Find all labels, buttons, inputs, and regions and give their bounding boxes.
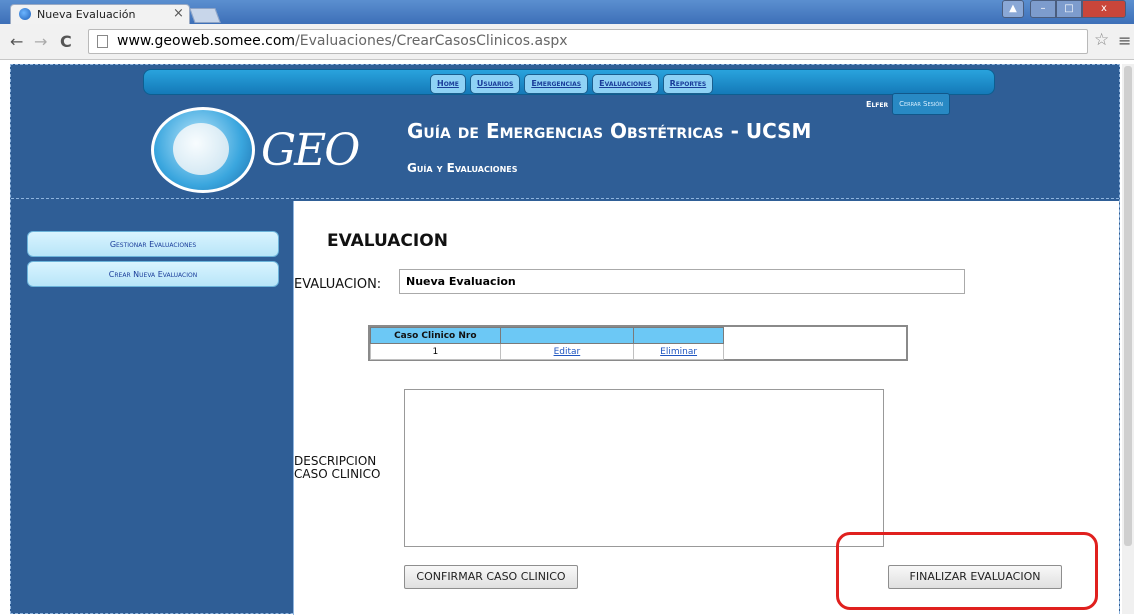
reload-icon[interactable]: C <box>60 32 72 51</box>
browser-tab[interactable]: Nueva Evaluación × <box>10 4 190 24</box>
nav-emergencias[interactable]: Emergencias <box>524 74 589 94</box>
page-icon <box>97 35 108 48</box>
globe-icon <box>19 8 31 20</box>
tab-title: Nueva Evaluación <box>37 8 136 21</box>
maximize-button[interactable]: □ <box>1056 0 1082 18</box>
minimize-button[interactable]: – <box>1030 0 1056 18</box>
description-label-line-2: CASO CLINICO <box>294 467 381 481</box>
site-title: Guía de Emergencias Obstétricas - UCSM <box>407 119 812 143</box>
back-arrow-icon[interactable]: ← <box>10 32 23 51</box>
edit-cell: Editar <box>499 343 635 360</box>
delete-cell: Eliminar <box>633 343 724 360</box>
cases-grid: Caso Clinico Nro 1 Editar Eliminar <box>370 327 724 360</box>
sidebar-item-gestionar[interactable]: Gestionar Evaluaciones <box>27 231 279 257</box>
top-nav-bar: Home Usuarios Emergencias Evaluaciones R… <box>143 69 995 95</box>
menu-icon[interactable]: ≡ <box>1118 31 1131 50</box>
highlight-annotation <box>836 532 1098 610</box>
close-tab-icon[interactable]: × <box>173 6 184 21</box>
column-header <box>499 327 635 344</box>
logout-button[interactable]: Cerrar Sesión <box>892 93 950 115</box>
scrollbar[interactable] <box>1122 64 1134 614</box>
description-textarea[interactable] <box>404 389 884 547</box>
page-title: EVALUACION <box>327 231 448 251</box>
case-number-cell: 1 <box>370 343 501 360</box>
user-icon[interactable]: ▲ <box>1002 0 1024 18</box>
forward-arrow-icon[interactable]: → <box>34 32 47 51</box>
nav-links: Home Usuarios Emergencias Evaluaciones R… <box>430 74 714 94</box>
evaluation-label: EVALUACION: <box>294 277 382 292</box>
nav-usuarios[interactable]: Usuarios <box>469 74 521 94</box>
close-window-button[interactable]: x <box>1082 0 1126 18</box>
username: Elfer <box>866 99 889 109</box>
user-box: Elfer Cerrar Sesión <box>866 93 950 115</box>
baby-icon <box>173 123 229 175</box>
nav-evaluaciones[interactable]: Evaluaciones <box>592 74 659 94</box>
confirm-case-button[interactable]: CONFIRMAR CASO CLINICO <box>404 565 578 589</box>
description-label: DESCRIPCION CASO CLINICO <box>294 455 380 481</box>
nav-reportes[interactable]: Reportes <box>662 74 714 94</box>
column-header <box>633 327 724 344</box>
window-controls: ▲ – □ x <box>1002 0 1126 18</box>
evaluation-name-input[interactable]: Nueva Evaluacion <box>399 269 965 294</box>
new-tab-button[interactable] <box>189 8 221 23</box>
column-header: Caso Clinico Nro <box>370 327 501 344</box>
delete-link[interactable]: Eliminar <box>660 347 697 357</box>
site-header: Home Usuarios Emergencias Evaluaciones R… <box>11 65 1119 199</box>
bookmark-star-icon[interactable]: ☆ <box>1094 30 1109 50</box>
clinical-cases-table: Caso Clinico Nro 1 Editar Eliminar <box>368 325 908 361</box>
browser-toolbar: ← → C www.geoweb.somee.com/Evaluaciones/… <box>0 24 1134 60</box>
scrollbar-thumb[interactable] <box>1124 66 1132 546</box>
site-subtitle: Guía y Evaluaciones <box>407 161 518 175</box>
sidebar: Gestionar Evaluaciones Crear Nueva Evalu… <box>11 201 293 615</box>
table-row: 1 Editar Eliminar <box>370 343 724 360</box>
logo-text: GEO <box>261 125 360 176</box>
sidebar-item-crear[interactable]: Crear Nueva Evaluacion <box>27 261 279 287</box>
url-host: www.geoweb.somee.com <box>117 33 296 49</box>
nav-home[interactable]: Home <box>430 74 466 94</box>
url-path: /Evaluaciones/CrearCasosClinicos.aspx <box>295 33 568 49</box>
table-header-row: Caso Clinico Nro <box>370 327 724 344</box>
edit-link[interactable]: Editar <box>554 347 581 357</box>
address-bar[interactable]: www.geoweb.somee.com/Evaluaciones/CrearC… <box>88 29 1088 54</box>
